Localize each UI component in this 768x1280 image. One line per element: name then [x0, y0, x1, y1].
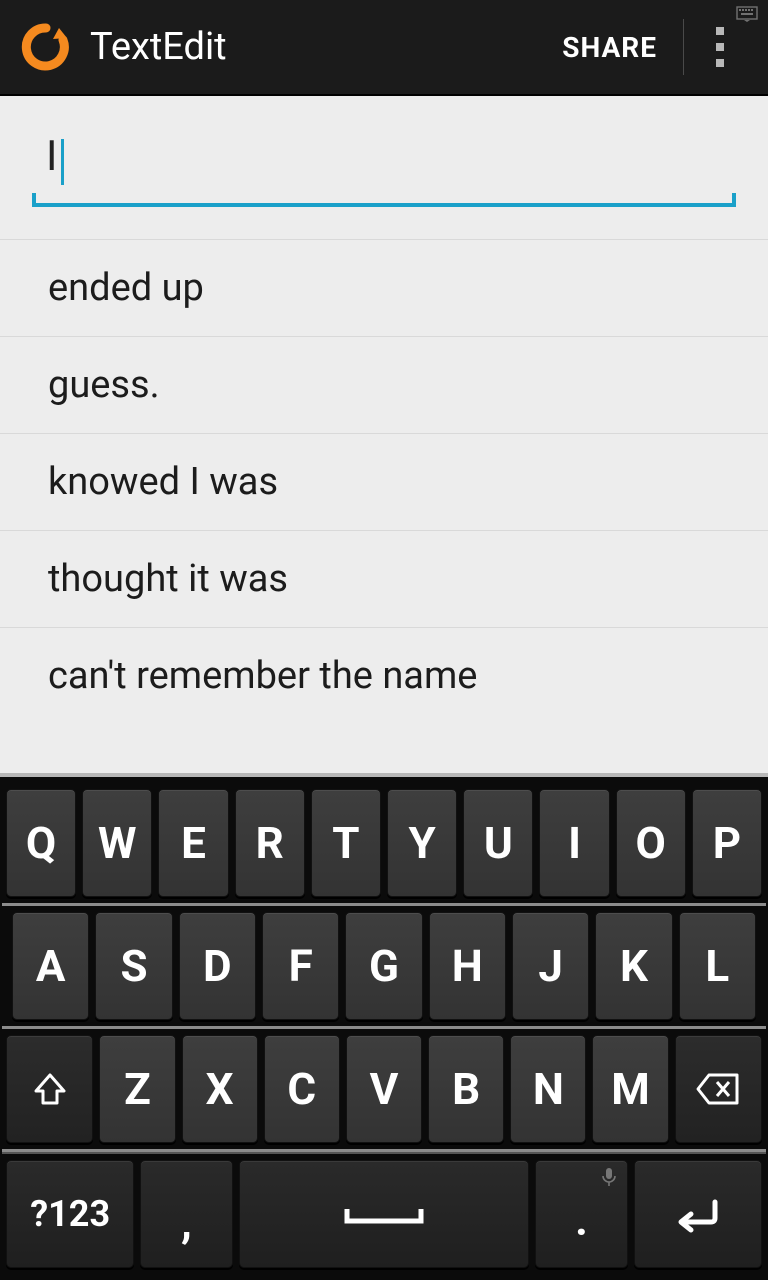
action-bar: TextEdit SHARE [0, 0, 768, 96]
keyboard-settings-icon [736, 6, 758, 22]
suggestion-item[interactable]: ended up [0, 239, 768, 336]
keyboard-row-3: Z X C V B N M [2, 1029, 766, 1152]
key-shift[interactable] [6, 1035, 93, 1143]
text-cursor [61, 139, 64, 185]
key-y[interactable]: Y [387, 789, 457, 897]
key-c[interactable]: C [264, 1035, 340, 1143]
key-d[interactable]: D [179, 912, 256, 1020]
suggestion-item[interactable]: knowed I was [0, 433, 768, 530]
mic-icon [601, 1167, 617, 1187]
input-value: I [46, 132, 57, 181]
key-t[interactable]: T [311, 789, 381, 897]
suggestion-item[interactable]: thought it was [0, 530, 768, 627]
key-s[interactable]: S [95, 912, 172, 1020]
key-h[interactable]: H [429, 912, 506, 1020]
share-button[interactable]: SHARE [536, 0, 683, 94]
key-l[interactable]: L [679, 912, 756, 1020]
keyboard-row-1: Q W E R T Y U I O P [2, 783, 766, 906]
key-comma[interactable]: , [140, 1160, 232, 1268]
key-symbols[interactable]: ?123 [6, 1160, 134, 1268]
key-a[interactable]: A [12, 912, 89, 1020]
content-area: I ended up guess. knowed I was thought i… [0, 96, 768, 773]
key-enter[interactable] [634, 1160, 762, 1268]
key-f[interactable]: F [262, 912, 339, 1020]
enter-icon [671, 1194, 725, 1234]
key-r[interactable]: R [235, 789, 305, 897]
key-n[interactable]: N [510, 1035, 586, 1143]
key-i[interactable]: I [539, 789, 609, 897]
soft-keyboard: Q W E R T Y U I O P A S D F G H J K L Z … [0, 773, 768, 1280]
space-icon [339, 1199, 429, 1229]
key-q[interactable]: Q [6, 789, 76, 897]
suggestion-list: ended up guess. knowed I was thought it … [0, 239, 768, 724]
keyboard-row-2: A S D F G H J K L [2, 906, 766, 1029]
key-backspace[interactable] [675, 1035, 762, 1143]
key-x[interactable]: X [182, 1035, 258, 1143]
backspace-icon [695, 1072, 741, 1106]
key-z[interactable]: Z [99, 1035, 175, 1143]
key-g[interactable]: G [345, 912, 422, 1020]
key-space[interactable] [239, 1160, 530, 1268]
key-k[interactable]: K [595, 912, 672, 1020]
period-label: . [575, 1194, 588, 1246]
key-u[interactable]: U [463, 789, 533, 897]
key-period[interactable]: . [535, 1160, 627, 1268]
key-p[interactable]: P [692, 789, 762, 897]
app-title: TextEdit [90, 25, 536, 69]
app-icon [20, 21, 72, 73]
suggestion-item[interactable]: guess. [0, 336, 768, 433]
key-w[interactable]: W [82, 789, 152, 897]
shift-icon [30, 1069, 70, 1109]
keyboard-row-4: ?123 , . [2, 1152, 766, 1274]
key-b[interactable]: B [428, 1035, 504, 1143]
text-input[interactable]: I [32, 112, 736, 207]
key-e[interactable]: E [158, 789, 228, 897]
key-m[interactable]: M [592, 1035, 668, 1143]
comma-label: , [181, 1196, 192, 1248]
key-j[interactable]: J [512, 912, 589, 1020]
suggestion-item[interactable]: can't remember the name [0, 627, 768, 724]
key-o[interactable]: O [616, 789, 686, 897]
key-v[interactable]: V [346, 1035, 422, 1143]
